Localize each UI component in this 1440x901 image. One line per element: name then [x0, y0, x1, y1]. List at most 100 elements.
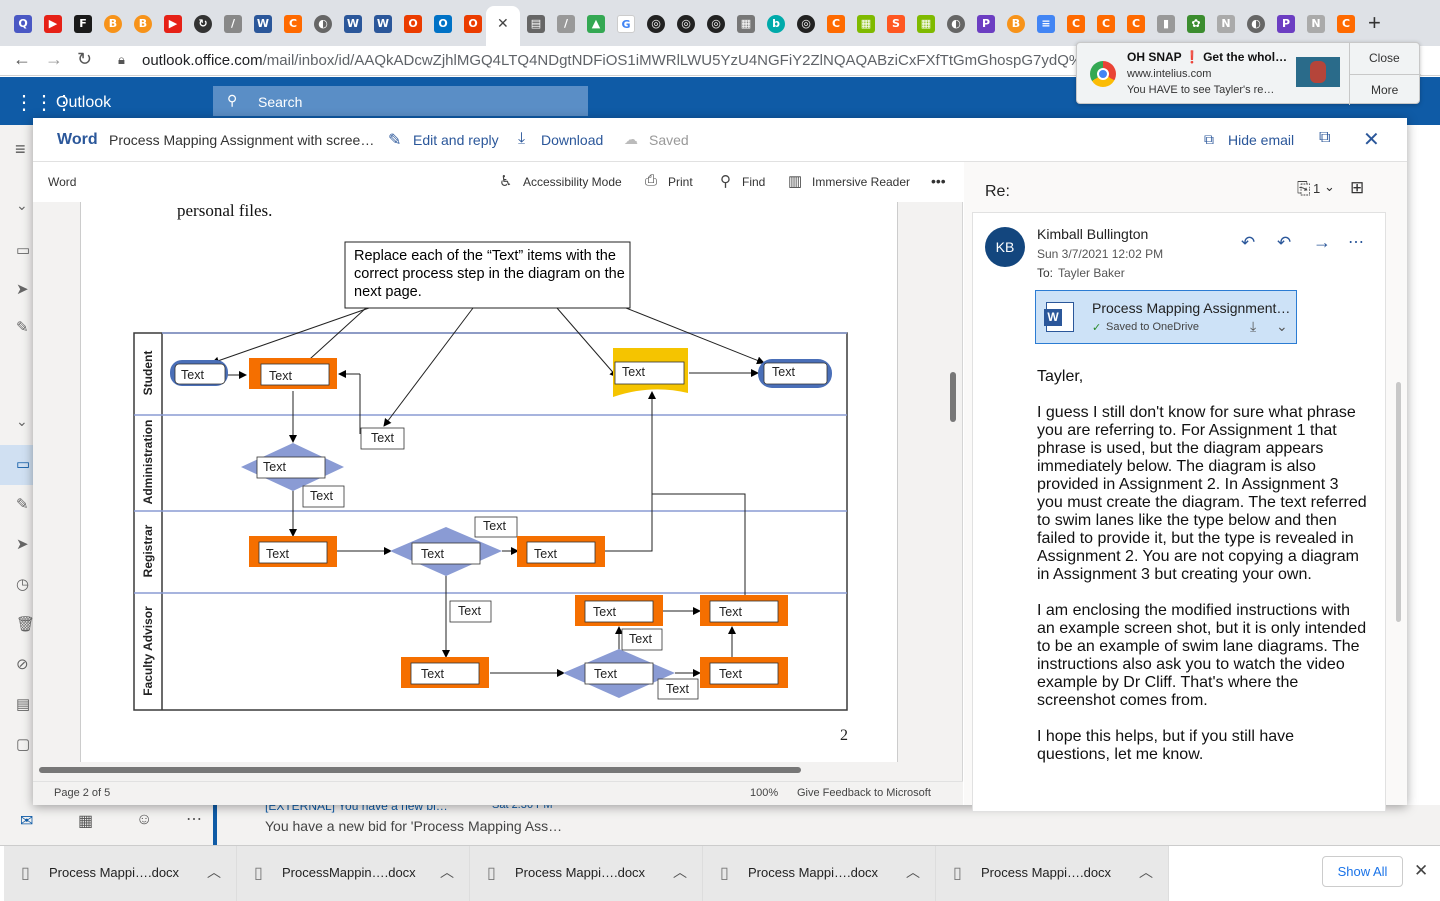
chevron-up-icon[interactable]: ︿ — [673, 862, 687, 882]
download-item[interactable]: ▯ Process Mappi….docx ︿ — [703, 846, 936, 901]
edit-and-reply-button[interactable]: Edit and reply — [413, 132, 499, 148]
chevron-down-icon[interactable]: ⌄ — [16, 413, 28, 430]
print-button[interactable]: Print — [668, 175, 693, 189]
forward-icon[interactable]: → — [45, 49, 63, 70]
url-field[interactable]: outlook.office.com/mail/inbox/id/AAQkADc… — [142, 52, 1128, 69]
notification-close-button[interactable]: Close — [1369, 51, 1400, 65]
attachment-name[interactable]: Process Mapping Assignment… — [1092, 300, 1290, 316]
reload-icon[interactable]: ↻ — [77, 49, 92, 70]
tab-favicon[interactable]: S — [887, 15, 905, 33]
recipient[interactable]: Tayler Baker — [1058, 266, 1125, 280]
search-input[interactable]: Search — [258, 94, 302, 110]
more-options-button[interactable]: ••• — [931, 173, 946, 189]
popout-icon[interactable]: ⧉ — [1319, 129, 1330, 147]
tab-favicon[interactable]: ◎ — [707, 15, 725, 33]
tab-favicon[interactable]: ≡ — [1037, 15, 1055, 33]
archive-icon[interactable]: ▤ — [16, 695, 30, 713]
tab-favicon[interactable]: ▦ — [737, 15, 755, 33]
notification-more-button[interactable]: More — [1371, 83, 1398, 97]
tab-favicon[interactable]: B — [1007, 15, 1025, 33]
tab-favicon[interactable]: ▶ — [164, 15, 182, 33]
tab-favicon[interactable]: W — [374, 15, 392, 33]
tab-favicon[interactable]: O — [464, 15, 482, 33]
chevron-down-icon[interactable]: ⌄ — [1324, 179, 1335, 195]
tab-favicon[interactable]: ◎ — [797, 15, 815, 33]
avatar[interactable]: KB — [985, 227, 1025, 267]
close-icon[interactable]: ✕ — [1414, 861, 1428, 881]
send-icon[interactable]: ➤ — [16, 280, 29, 298]
attachment-icon[interactable]: ⎘ — [1297, 179, 1311, 199]
download-item[interactable]: ▯ Process Mappi….docx ︿ — [470, 846, 703, 901]
mail-icon[interactable]: ✉ — [20, 811, 33, 831]
calendar-icon[interactable]: ▦ — [78, 811, 93, 831]
reply-all-icon[interactable]: ↶ — [1277, 233, 1291, 253]
tab-favicon[interactable]: C — [1097, 15, 1115, 33]
tab-favicon[interactable]: C — [827, 15, 845, 33]
send-icon[interactable]: ➤ — [16, 535, 29, 553]
inbox-icon[interactable]: ▭ — [16, 241, 30, 259]
tab-favicon[interactable]: P — [1277, 15, 1295, 33]
attachment-card[interactable]: W Process Mapping Assignment… ✓ Saved to… — [1035, 290, 1297, 344]
tab-favicon[interactable]: C — [1067, 15, 1085, 33]
tab-favicon[interactable]: ◐ — [314, 15, 332, 33]
tab-close-icon[interactable]: ✕ — [497, 15, 509, 32]
notification-toast[interactable]: OH SNAP ❗ Get the whol… www.intelius.com… — [1076, 42, 1421, 105]
show-all-button[interactable]: Show All — [1322, 856, 1403, 887]
tab-favicon[interactable]: ◐ — [1247, 15, 1265, 33]
tab-favicon[interactable]: B — [134, 15, 152, 33]
tab-favicon[interactable]: O — [434, 15, 452, 33]
attachment-count[interactable]: 1 — [1313, 181, 1320, 196]
people-icon[interactable]: ☺ — [136, 811, 152, 829]
tab-favicon[interactable]: ◎ — [647, 15, 665, 33]
tab-favicon[interactable]: B — [104, 15, 122, 33]
feedback-link[interactable]: Give Feedback to Microsoft — [797, 787, 931, 799]
tab-favicon[interactable]: W — [254, 15, 272, 33]
tab-favicon[interactable]: b — [767, 15, 785, 33]
draft-icon[interactable]: ✎ — [16, 318, 29, 336]
horizontal-scrollbar[interactable] — [39, 767, 801, 773]
more-apps-icon[interactable]: ⋯ — [186, 809, 202, 829]
outlook-app-name[interactable]: Outlook — [56, 94, 111, 112]
tab-favicon[interactable]: ▦ — [857, 15, 875, 33]
tab-favicon[interactable]: P — [977, 15, 995, 33]
hamburger-icon[interactable]: ≡ — [15, 139, 26, 160]
chevron-up-icon[interactable]: ︿ — [440, 862, 454, 882]
note-icon[interactable]: ▢ — [16, 735, 30, 753]
active-tab[interactable]: ✕ — [486, 6, 520, 46]
tab-favicon[interactable]: ▶ — [44, 15, 62, 33]
tab-favicon[interactable]: Q — [14, 15, 32, 33]
chevron-down-icon[interactable]: ⌄ — [16, 197, 28, 214]
lock-icon[interactable]: 🔒︎ — [118, 52, 125, 68]
tab-favicon[interactable]: ◐ — [947, 15, 965, 33]
immersive-reader-button[interactable]: Immersive Reader — [812, 175, 910, 189]
tab-favicon[interactable]: / — [557, 15, 575, 33]
tab-favicon[interactable]: N — [1217, 15, 1235, 33]
expand-icon[interactable]: ⊞ — [1350, 178, 1364, 198]
hide-email-button[interactable]: Hide email — [1228, 132, 1294, 148]
tab-favicon[interactable]: ▲ — [587, 15, 605, 33]
accessibility-mode-button[interactable]: Accessibility Mode — [523, 175, 622, 189]
find-button[interactable]: Find — [742, 175, 765, 189]
tab-favicon[interactable]: F — [74, 15, 92, 33]
tab-favicon[interactable]: ↻ — [194, 15, 212, 33]
download-button[interactable]: Download — [541, 132, 603, 148]
zoom-level[interactable]: 100% — [750, 787, 778, 799]
new-tab-button[interactable]: + — [1368, 10, 1381, 36]
sender-name[interactable]: Kimball Bullington — [1037, 226, 1148, 242]
tab-favicon[interactable]: ✿ — [1187, 15, 1205, 33]
chevron-up-icon[interactable]: ︿ — [906, 862, 920, 882]
email-scrollbar[interactable] — [1396, 382, 1401, 622]
close-icon[interactable]: ✕ — [1363, 127, 1380, 152]
tab-favicon[interactable]: / — [224, 15, 242, 33]
clock-icon[interactable]: ◷ — [16, 575, 29, 593]
download-item[interactable]: ▯ ProcessMappin….docx ︿ — [237, 846, 470, 901]
chevron-down-icon[interactable]: ⌄ — [1276, 318, 1288, 335]
draft-icon[interactable]: ✎ — [16, 495, 29, 513]
chevron-up-icon[interactable]: ︿ — [1139, 862, 1153, 882]
tab-favicon[interactable]: G — [617, 15, 635, 33]
tab-favicon[interactable]: O — [404, 15, 422, 33]
search-box[interactable]: ⚲ Search — [213, 86, 588, 116]
tab-favicon[interactable]: ◎ — [677, 15, 695, 33]
vertical-scrollbar[interactable] — [950, 372, 956, 422]
download-item[interactable]: ▯ Process Mappi….docx ︿ — [936, 846, 1169, 901]
